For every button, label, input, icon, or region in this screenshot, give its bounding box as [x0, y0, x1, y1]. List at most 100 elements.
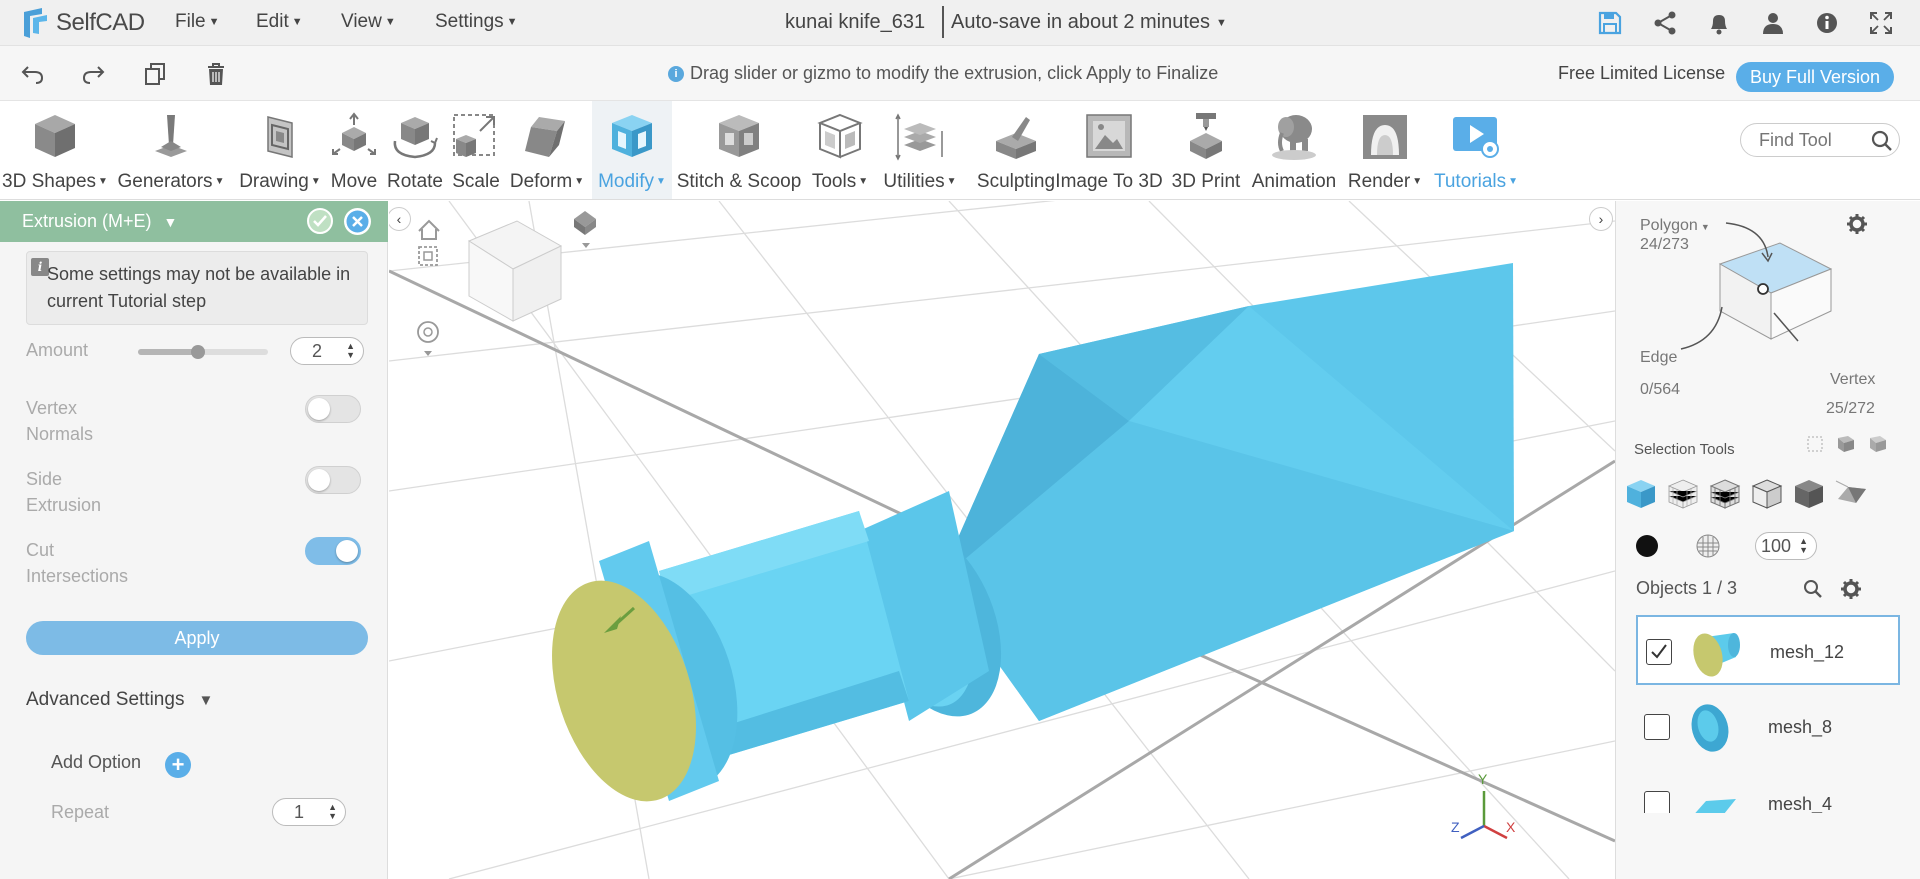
tool-move[interactable]: Move	[326, 101, 382, 199]
object-row[interactable]: mesh_12	[1636, 615, 1900, 685]
redo-icon[interactable]	[80, 61, 106, 87]
opacity-value[interactable]: 100	[1756, 536, 1796, 557]
objects-header: Objects 1 / 3	[1636, 578, 1738, 598]
save-icon[interactable]	[1597, 10, 1623, 36]
modify-icon	[612, 115, 652, 157]
tool-drawing[interactable]: Drawing ▼	[234, 101, 326, 199]
info-circle-icon: i	[668, 65, 684, 82]
select-plane-icon[interactable]	[1834, 477, 1868, 511]
vertex-normals-toggle[interactable]	[305, 395, 361, 423]
camera-projection-icon[interactable]	[574, 211, 596, 248]
rotate-icon	[393, 117, 438, 159]
panel-title[interactable]: Extrusion (M+E) ▼	[22, 211, 177, 232]
toggle-knob	[336, 540, 358, 562]
3d-viewport[interactable]: Y X Z ‹ ›	[389, 201, 1615, 879]
amount-stepper[interactable]: 2 ▲ ▼	[290, 337, 364, 365]
tool-rotate[interactable]: Rotate	[384, 101, 446, 199]
tool-tools[interactable]: Tools ▼	[806, 101, 874, 199]
object-visibility-checkbox[interactable]	[1644, 791, 1670, 813]
object-row[interactable]: mesh_8	[1636, 692, 1900, 762]
tool-animation[interactable]: Animation	[1248, 101, 1340, 199]
select-object-icon[interactable]	[1624, 477, 1658, 511]
tutorial-notice: i Some settings may not be available in …	[26, 251, 368, 325]
confirm-check-button[interactable]	[307, 208, 333, 234]
object-name[interactable]: mesh_12	[1770, 642, 1844, 663]
notice-text: Some settings may not be available in cu…	[47, 264, 351, 311]
object-visibility-checkbox[interactable]	[1646, 639, 1672, 665]
objects-settings-gear-icon[interactable]	[1840, 578, 1862, 600]
amount-slider-handle[interactable]	[190, 345, 205, 359]
tool-render[interactable]: Render ▼	[1346, 101, 1424, 199]
user-account-icon[interactable]	[1760, 10, 1786, 36]
share-icon[interactable]	[1652, 10, 1678, 36]
object-name[interactable]: mesh_4	[1768, 794, 1832, 813]
selection-mode-cube[interactable]	[1676, 221, 1846, 361]
gear-icon[interactable]	[1846, 213, 1868, 235]
fullscreen-icon[interactable]	[1868, 10, 1894, 36]
tool-deform[interactable]: Deform ▼	[504, 101, 590, 199]
search-icon[interactable]	[1869, 128, 1895, 154]
tool-3d-shapes[interactable]: 3D Shapes ▼	[0, 101, 110, 199]
texture-sphere-icon[interactable]	[1695, 533, 1721, 559]
notification-bell-icon[interactable]	[1706, 10, 1732, 36]
close-panel-button[interactable]	[344, 208, 371, 235]
side-extrusion-toggle[interactable]	[305, 466, 361, 494]
toggle-knob	[308, 469, 330, 491]
add-option-button[interactable]: +	[165, 752, 191, 778]
buy-full-version-button[interactable]: Buy Full Version	[1736, 62, 1894, 92]
tool-stitch-scoop[interactable]: Stitch & Scoop	[676, 101, 802, 199]
object-row[interactable]: mesh_4	[1636, 769, 1900, 813]
menu-settings[interactable]: Settings ▼	[435, 11, 518, 33]
autosave-status[interactable]: Auto-save in about 2 minutes ▼	[951, 11, 1227, 34]
delete-trash-icon[interactable]	[203, 61, 229, 87]
object-visibility-checkbox[interactable]	[1644, 714, 1670, 740]
select-edges-icon[interactable]	[1750, 477, 1784, 511]
amount-slider[interactable]	[138, 345, 268, 359]
tutorial-video-icon	[1453, 117, 1499, 158]
menu-file[interactable]: File ▼	[175, 11, 220, 33]
repeat-stepper[interactable]: 1 ▲ ▼	[272, 798, 346, 826]
scene-canvas[interactable]: Y X Z	[389, 201, 1615, 879]
stepper-arrows-icon[interactable]: ▲ ▼	[346, 342, 355, 360]
info-icon[interactable]	[1814, 10, 1840, 36]
select-wireframe-icon[interactable]	[1708, 477, 1742, 511]
selection-shortcut-icons[interactable]	[1806, 434, 1892, 454]
edge-label[interactable]: Edge	[1640, 349, 1677, 367]
apply-button[interactable]: Apply	[26, 621, 368, 655]
repeat-value[interactable]: 1	[273, 802, 325, 823]
opacity-stepper[interactable]: 100 ▲ ▼	[1755, 532, 1817, 560]
menu-edit[interactable]: Edit ▼	[256, 11, 303, 33]
stepper-arrows-icon[interactable]: ▲ ▼	[1799, 537, 1808, 555]
home-view-icon[interactable]	[418, 219, 440, 240]
select-solid-icon[interactable]	[1792, 477, 1826, 511]
document-title[interactable]: kunai knife_631	[785, 11, 925, 34]
copy-icon[interactable]	[142, 61, 168, 87]
undo-icon[interactable]	[20, 61, 46, 87]
tool-tutorials[interactable]: Tutorials ▼	[1428, 101, 1524, 199]
object-name[interactable]: mesh_8	[1768, 717, 1832, 738]
find-tool-input[interactable]	[1759, 130, 1859, 151]
fit-view-icon[interactable]	[418, 246, 438, 266]
tool-image-to-3d[interactable]: Image To 3D	[1050, 101, 1168, 199]
tool-generators[interactable]: Generators ▼	[114, 101, 228, 199]
orbit-icon[interactable]	[417, 321, 439, 356]
stepper-arrows-icon[interactable]: ▲ ▼	[328, 803, 337, 821]
tool-modify[interactable]: Modify ▼	[592, 101, 672, 199]
collapse-right-panel-button[interactable]: ›	[1589, 207, 1613, 231]
cut-intersections-toggle[interactable]	[305, 537, 361, 565]
tool-3d-print[interactable]: 3D Print	[1164, 101, 1248, 199]
tool-scale[interactable]: Scale	[448, 101, 504, 199]
drawing-sketch-icon	[267, 116, 293, 158]
vertex-label[interactable]: Vertex	[1830, 371, 1875, 389]
find-tool-search[interactable]	[1740, 123, 1900, 157]
selection-tools-label: Selection Tools	[1634, 441, 1735, 458]
menu-view[interactable]: View ▼	[341, 11, 396, 33]
amount-value[interactable]: 2	[291, 341, 343, 362]
tool-utilities[interactable]: Utilities ▼	[878, 101, 962, 199]
advanced-settings-toggle[interactable]: Advanced Settings ▼	[26, 689, 213, 711]
title-separator	[942, 6, 944, 38]
app-logo[interactable]: SelfCAD	[20, 4, 145, 42]
color-swatch[interactable]	[1636, 535, 1658, 557]
search-objects-icon[interactable]	[1802, 578, 1824, 600]
select-mesh-grid-icon[interactable]	[1666, 477, 1700, 511]
